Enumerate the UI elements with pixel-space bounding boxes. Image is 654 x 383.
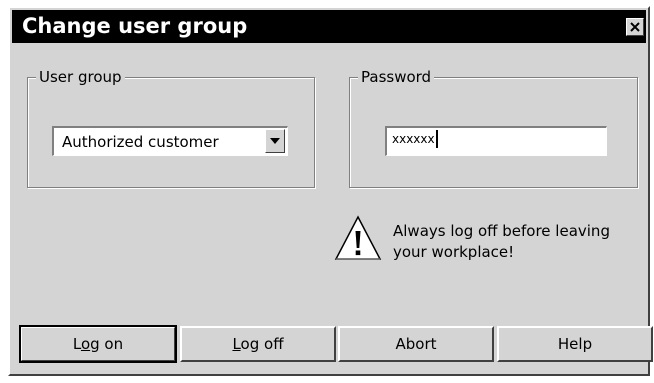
log-off-label-suffix: og off <box>240 335 284 353</box>
password-label: Password <box>358 68 435 86</box>
close-button[interactable] <box>626 18 644 36</box>
user-group-label: User group <box>36 68 125 86</box>
user-group-select[interactable]: Authorized customer <box>52 126 288 156</box>
change-user-group-dialog: Change user group <box>8 6 650 376</box>
warning-message: Always log off before leaving your workp… <box>393 222 610 261</box>
help-button[interactable]: Help <box>497 326 653 362</box>
log-on-button[interactable]: Log on <box>19 325 177 363</box>
password-value: xxxxxx <box>392 130 438 148</box>
log-on-label-prefix: L <box>72 335 81 353</box>
dialog-title: Change user group <box>22 14 248 38</box>
log-on-accelerator: o <box>80 335 91 353</box>
log-off-button[interactable]: Log off <box>180 326 336 362</box>
user-group-selected-value: Authorized customer <box>62 133 219 151</box>
close-icon <box>630 22 640 32</box>
chevron-down-icon <box>270 138 280 144</box>
user-group-dropdown-button[interactable] <box>265 129 285 153</box>
log-off-accelerator: L <box>232 335 241 353</box>
text-caret <box>435 130 438 148</box>
log-on-label-suffix: g on <box>90 335 124 353</box>
password-input[interactable]: xxxxxx <box>385 126 607 156</box>
user-group-box: User group Authorized customer <box>27 68 315 188</box>
password-box: Password xxxxxx <box>349 68 638 188</box>
abort-button[interactable]: Abort <box>338 326 494 362</box>
warning-icon <box>334 214 382 262</box>
title-bar[interactable]: Change user group <box>12 10 646 43</box>
